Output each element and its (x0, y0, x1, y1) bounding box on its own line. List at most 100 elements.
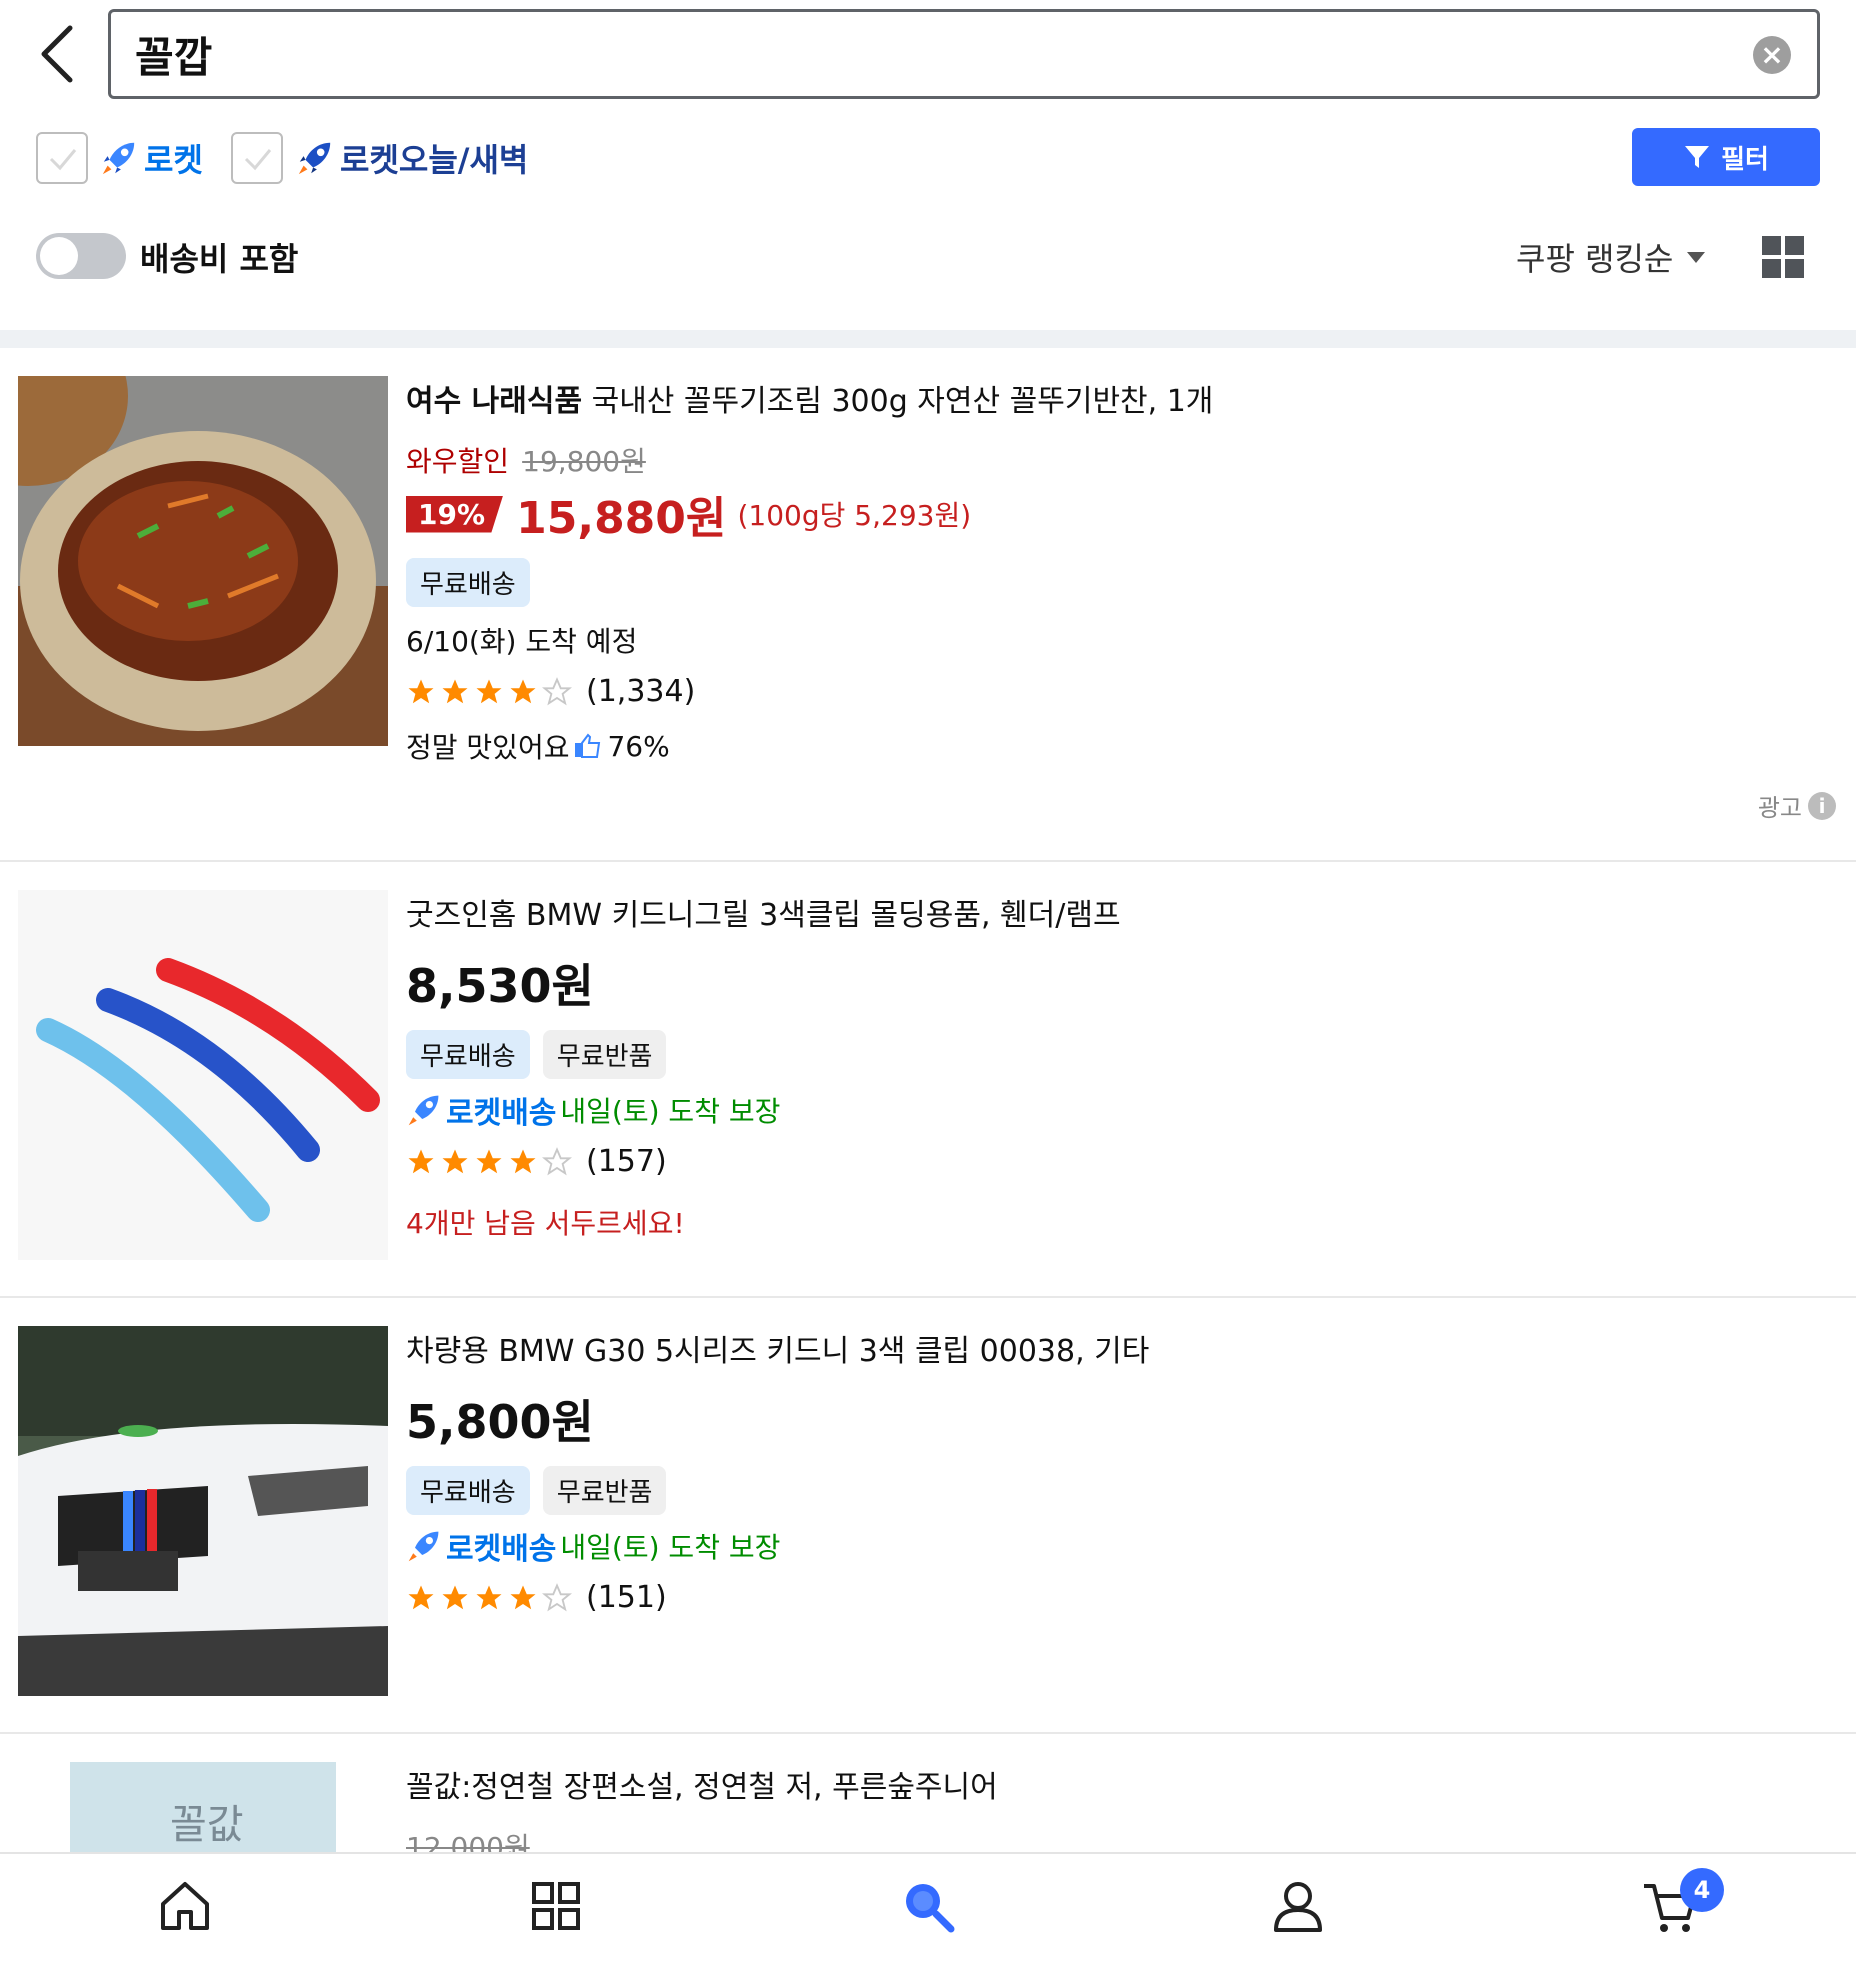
free-return-tag: 무료반품 (542, 1030, 667, 1079)
star-filled-icon (408, 1585, 434, 1609)
review-count: (157) (586, 1144, 667, 1179)
tag-row: 무료배송 (406, 558, 538, 607)
review-count: (1,334) (586, 674, 696, 709)
sort-label: 쿠팡 랭킹순 (1516, 240, 1674, 278)
star-filled-icon (510, 679, 536, 703)
search-box: × (108, 9, 1820, 99)
product-image (18, 1326, 388, 1696)
star-filled-icon (442, 1149, 468, 1173)
price-row: 19% 15,880원 (100g당 5,293원) (406, 482, 971, 546)
product-image (18, 890, 388, 1260)
star-filled-icon (510, 1585, 536, 1609)
rocket-delivery-label: 로켓배송 (446, 1532, 557, 1567)
rocket-delivery-label: 로켓배송 (446, 1096, 557, 1131)
wow-discount-label: 와우할인 (406, 445, 510, 478)
tag-row: 무료배송 무료반품 (406, 1030, 674, 1079)
stock-warning: 4개만 남음 서두르세요! (406, 1207, 685, 1240)
taste-text: 정말 맛있어요 (406, 731, 570, 764)
filter-button-label: 필터 (1721, 144, 1769, 175)
unit-price: (100g당 5,293원) (737, 499, 972, 532)
product-card[interactable]: 차량용 BMW G30 5시리즈 키드니 3색 클립 00038, 기타 5,8… (0, 1298, 1856, 1734)
ad-label[interactable]: 광고 i (1758, 788, 1836, 823)
grid-view-icon[interactable] (1762, 236, 1804, 278)
star-filled-icon (442, 679, 468, 703)
taste-percent: 76% (607, 729, 670, 763)
toggle-knob (40, 237, 78, 275)
tag-row: 무료배송 무료반품 (406, 1466, 674, 1515)
book-cover-text: 꼴값 (170, 1802, 244, 1848)
product-card[interactable]: 굿즈인홈 BMW 키드니그릴 3색클립 몰딩용품, 휀더/램프 8,530원 무… (0, 862, 1856, 1298)
clear-search-button[interactable]: × (1753, 36, 1791, 74)
chevron-left-icon (41, 25, 73, 83)
rating-row: (151) (406, 1580, 667, 1615)
nav-search[interactable] (898, 1876, 958, 1936)
nav-category[interactable] (526, 1876, 586, 1936)
funnel-icon (1685, 146, 1710, 168)
arrival-date: 6/10(화) 도착 예정 (406, 625, 638, 658)
rocket-icon (408, 1531, 439, 1562)
search-input[interactable] (135, 26, 1695, 82)
close-icon: × (1760, 38, 1784, 71)
star-filled-icon (476, 1149, 502, 1173)
star-empty-icon (542, 1146, 572, 1175)
product-title[interactable]: 여수 나래식품 국내산 꼴뚜기조림 300g 자연산 꼴뚜기반찬, 1개 (406, 376, 1213, 420)
discount-badge: 19% (406, 495, 504, 533)
product-title[interactable]: 차량용 BMW G30 5시리즈 키드니 3색 클립 00038, 기타 (406, 1326, 1149, 1370)
product-title[interactable]: 굿즈인홈 BMW 키드니그릴 3색클립 몰딩용품, 휀더/램프 (406, 890, 1121, 934)
category-icon (532, 1882, 580, 1930)
shipping-fee-toggle-label: 배송비 포함 (140, 240, 299, 278)
thumbs-up-icon (575, 733, 601, 758)
sort-dropdown[interactable]: 쿠팡 랭킹순 (1516, 234, 1706, 280)
home-icon (161, 1882, 209, 1930)
rocket-filter-label[interactable]: 로켓 (100, 135, 203, 181)
star-filled-icon (408, 679, 434, 703)
check-icon (49, 149, 77, 171)
nav-home[interactable] (155, 1876, 215, 1936)
info-icon: i (1808, 791, 1836, 820)
rating-row: (1,334) (406, 674, 695, 709)
sale-price: 15,880원 (516, 493, 727, 544)
star-filled-icon (442, 1585, 468, 1609)
rocket-icon (408, 1095, 439, 1126)
wow-discount-row: 와우할인 19,800원 (406, 440, 646, 480)
star-filled-icon (476, 679, 502, 703)
star-filled-icon (476, 1585, 502, 1609)
cart-count-badge: 4 (1680, 1868, 1724, 1912)
star-empty-icon (542, 1582, 572, 1611)
bottom-navigation (0, 1852, 1856, 1972)
rocket-delivery-row: 로켓배송 내일(토) 도착 보장 (406, 1524, 780, 1568)
star-filled-icon (408, 1149, 434, 1173)
filter-button[interactable]: 필터 (1632, 128, 1820, 186)
shipping-fee-toggle[interactable] (36, 233, 126, 279)
product-price: 5,800원 (406, 1395, 594, 1449)
product-card[interactable]: 여수 나래식품 국내산 꼴뚜기조림 300g 자연산 꼴뚜기반찬, 1개 와우할… (0, 348, 1856, 862)
product-image (18, 376, 388, 746)
back-button[interactable] (28, 22, 92, 86)
rating-row: (157) (406, 1144, 667, 1179)
search-results-page: × 로켓 로켓오늘/새벽 필터 (0, 0, 1856, 1972)
nav-my-page[interactable] (1268, 1876, 1328, 1936)
search-icon (906, 1884, 955, 1933)
free-shipping-tag: 무료배송 (406, 1466, 530, 1515)
rocket-today-checkbox[interactable] (231, 132, 283, 184)
section-divider (0, 330, 1856, 348)
original-price: 19,800원 (522, 445, 646, 478)
rocket-today-filter-label[interactable]: 로켓오늘/새벽 (296, 135, 528, 181)
rocket-icon (102, 142, 135, 175)
caret-down-icon (1687, 251, 1706, 263)
rocket-icon (298, 142, 331, 175)
product-title[interactable]: 꼴값:정연철 장편소설, 정연철 저, 푸른숲주니어 (406, 1762, 998, 1806)
product-price: 8,530원 (406, 959, 594, 1013)
star-filled-icon (510, 1149, 536, 1173)
free-return-tag: 무료반품 (542, 1466, 667, 1515)
rocket-checkbox[interactable] (36, 132, 88, 184)
rocket-delivery-row: 로켓배송 내일(토) 도착 보장 (406, 1088, 780, 1132)
product-image: 꼴값 (70, 1762, 336, 1862)
review-count: (151) (586, 1580, 667, 1615)
taste-row: 정말 맛있어요 76% (406, 726, 670, 766)
star-empty-icon (542, 676, 572, 705)
free-shipping-tag: 무료배송 (406, 558, 530, 607)
user-icon (1274, 1882, 1322, 1932)
check-icon (244, 149, 272, 171)
delivery-guarantee: 내일(토) 도착 보장 (560, 1095, 781, 1128)
